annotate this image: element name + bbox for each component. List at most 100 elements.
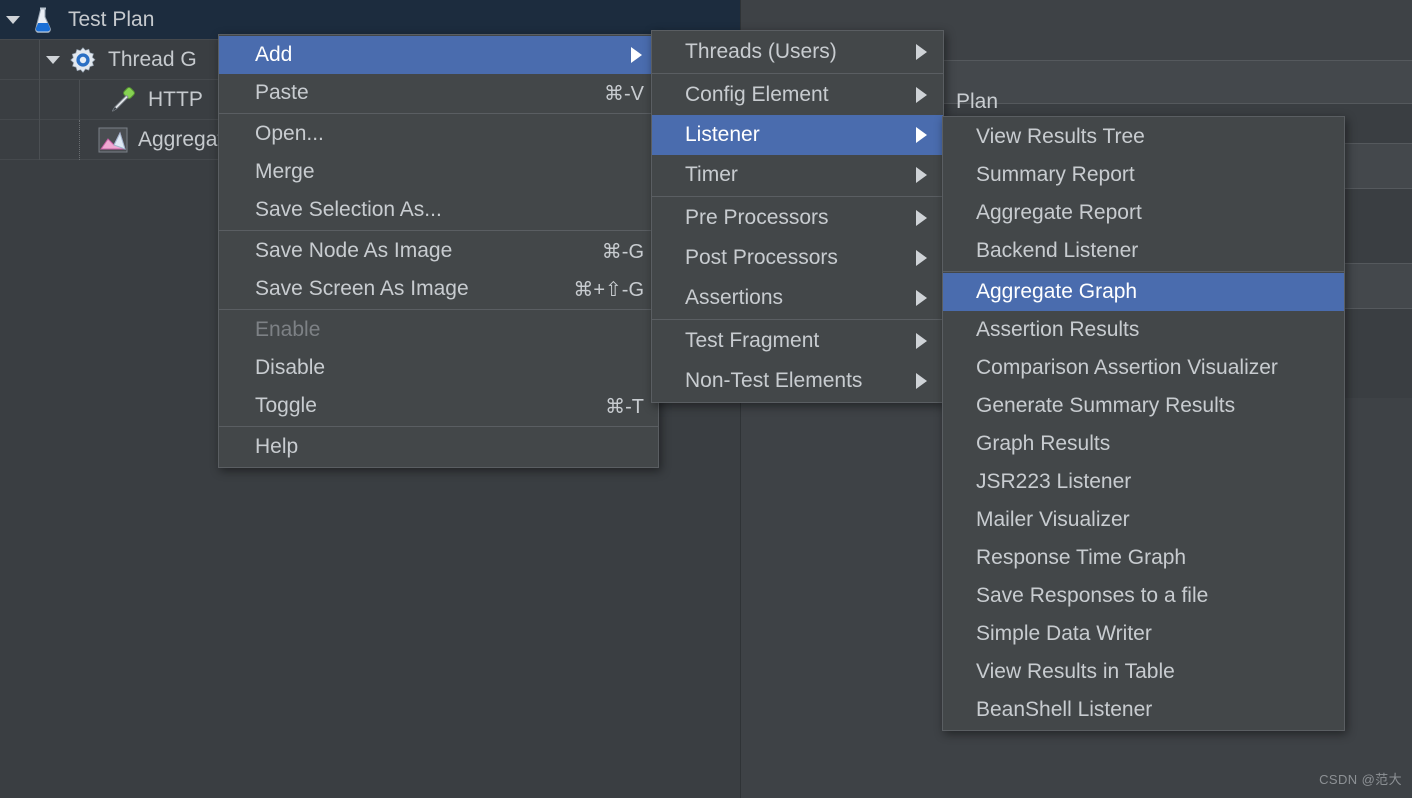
menu-item-save-node-as-image[interactable]: Save Node As Image ⌘-G: [219, 232, 658, 270]
menu-item-non-test-elements[interactable]: Non-Test Elements: [652, 361, 943, 401]
menu-item-label: JSR223 Listener: [976, 470, 1132, 493]
menu-item-view-results-tree[interactable]: View Results Tree: [943, 118, 1344, 156]
menu-item-listener[interactable]: Listener: [652, 115, 943, 155]
menu-item-label: Save Selection As...: [255, 198, 442, 221]
menu-separator: [652, 73, 943, 74]
menu-item-save-responses-to-a-file[interactable]: Save Responses to a file: [943, 577, 1344, 615]
menu-item-disable[interactable]: Disable: [219, 349, 658, 387]
chevron-right-icon: [916, 333, 927, 349]
menu-item-paste[interactable]: Paste ⌘-V: [219, 74, 658, 112]
menu-item-label: Assertions: [685, 286, 784, 309]
menu-item-label: Test Fragment: [685, 329, 820, 352]
menu-item-label: Pre Processors: [685, 206, 829, 229]
twisty-placeholder: [80, 120, 96, 160]
menu-item-assertions[interactable]: Assertions: [652, 278, 943, 318]
tree-row-label: HTTP: [148, 87, 203, 111]
pipette-icon: [106, 80, 140, 120]
gear-icon: [66, 40, 100, 80]
menu-item-label: Save Screen As Image: [255, 277, 469, 300]
menu-item-label: Aggregate Graph: [976, 280, 1138, 303]
menu-item-save-screen-as-image[interactable]: Save Screen As Image ⌘+⇧-G: [219, 270, 658, 308]
menu-item-help[interactable]: Help: [219, 428, 658, 466]
node-context-menu: Add Paste ⌘-V Open... Merge Save Selecti…: [218, 34, 659, 468]
menu-item-merge[interactable]: Merge: [219, 153, 658, 191]
menu-item-mailer-visualizer[interactable]: Mailer Visualizer: [943, 501, 1344, 539]
aggregate-chart-icon: [96, 120, 130, 160]
tree-row-label: Test Plan: [68, 7, 155, 31]
menu-item-backend-listener[interactable]: Backend Listener: [943, 232, 1344, 270]
menu-item-label: Config Element: [685, 83, 829, 106]
menu-item-label: Merge: [255, 160, 315, 183]
menu-separator: [219, 309, 658, 310]
menu-item-label: Simple Data Writer: [976, 622, 1152, 645]
menu-item-label: Summary Report: [976, 163, 1135, 186]
menu-item-label: Response Time Graph: [976, 546, 1187, 569]
menu-item-label: Generate Summary Results: [976, 394, 1236, 417]
menu-item-simple-data-writer[interactable]: Simple Data Writer: [943, 615, 1344, 653]
chevron-right-icon: [916, 250, 927, 266]
chevron-right-icon: [916, 87, 927, 103]
menu-item-shortcut: ⌘-V: [604, 82, 644, 105]
menu-item-label: Threads (Users): [685, 40, 837, 63]
menu-item-label: Listener: [685, 123, 760, 146]
menu-separator: [943, 271, 1344, 272]
twisty-expanded-icon[interactable]: [40, 40, 66, 80]
chevron-right-icon: [916, 290, 927, 306]
menu-item-assertion-results[interactable]: Assertion Results: [943, 311, 1344, 349]
panel-field-label: Plan: [956, 90, 999, 113]
menu-item-response-time-graph[interactable]: Response Time Graph: [943, 539, 1344, 577]
menu-item-save-selection-as[interactable]: Save Selection As...: [219, 191, 658, 229]
tree-row-label: Thread G: [108, 47, 197, 71]
menu-item-label: Post Processors: [685, 246, 838, 269]
chevron-right-icon: [631, 47, 642, 63]
menu-item-timer[interactable]: Timer: [652, 155, 943, 195]
menu-item-jsr223-listener[interactable]: JSR223 Listener: [943, 463, 1344, 501]
menu-item-label: Backend Listener: [976, 239, 1139, 262]
menu-item-label: Graph Results: [976, 432, 1111, 455]
menu-item-label: Enable: [255, 318, 321, 341]
menu-separator: [652, 196, 943, 197]
menu-item-label: Disable: [255, 356, 326, 379]
jmeter-window: Plan Test Plan Thread G HTTP Aggregat Ad…: [0, 0, 1412, 798]
menu-item-pre-processors[interactable]: Pre Processors: [652, 198, 943, 238]
twisty-placeholder: [80, 80, 106, 120]
menu-item-aggregate-report[interactable]: Aggregate Report: [943, 194, 1344, 232]
menu-item-generate-summary-results[interactable]: Generate Summary Results: [943, 387, 1344, 425]
menu-item-label: Open...: [255, 122, 324, 145]
flask-icon: [26, 0, 60, 40]
menu-item-post-processors[interactable]: Post Processors: [652, 238, 943, 278]
menu-item-add[interactable]: Add: [219, 36, 658, 74]
menu-item-comparison-assertion-visualizer[interactable]: Comparison Assertion Visualizer: [943, 349, 1344, 387]
add-submenu: Threads (Users) Config Element Listener …: [651, 30, 944, 403]
menu-item-label: Toggle: [255, 394, 317, 417]
menu-item-open[interactable]: Open...: [219, 115, 658, 153]
menu-item-label: Assertion Results: [976, 318, 1140, 341]
menu-item-label: Mailer Visualizer: [976, 508, 1130, 531]
menu-item-label: BeanShell Listener: [976, 698, 1153, 721]
menu-item-label: Paste: [255, 81, 309, 104]
chevron-right-icon: [916, 127, 927, 143]
listener-submenu: View Results Tree Summary Report Aggrega…: [942, 116, 1345, 731]
menu-item-label: Timer: [685, 163, 738, 186]
menu-separator: [219, 113, 658, 114]
menu-item-shortcut: ⌘-G: [601, 240, 644, 263]
menu-item-label: Add: [255, 43, 293, 66]
menu-item-config-element[interactable]: Config Element: [652, 75, 943, 115]
menu-item-aggregate-graph[interactable]: Aggregate Graph: [943, 273, 1344, 311]
menu-item-threads-users[interactable]: Threads (Users): [652, 32, 943, 72]
menu-item-toggle[interactable]: Toggle ⌘-T: [219, 387, 658, 425]
menu-item-label: Aggregate Report: [976, 201, 1142, 224]
menu-item-shortcut: ⌘-T: [605, 395, 644, 418]
menu-separator: [219, 230, 658, 231]
menu-item-test-fragment[interactable]: Test Fragment: [652, 321, 943, 361]
chevron-right-icon: [916, 373, 927, 389]
menu-item-enable: Enable: [219, 311, 658, 349]
chevron-right-icon: [916, 167, 927, 183]
menu-item-beanshell-listener[interactable]: BeanShell Listener: [943, 691, 1344, 729]
chevron-right-icon: [916, 210, 927, 226]
menu-item-view-results-in-table[interactable]: View Results in Table: [943, 653, 1344, 691]
menu-item-graph-results[interactable]: Graph Results: [943, 425, 1344, 463]
twisty-expanded-icon[interactable]: [0, 0, 26, 40]
menu-item-summary-report[interactable]: Summary Report: [943, 156, 1344, 194]
menu-item-label: Non-Test Elements: [685, 369, 863, 392]
